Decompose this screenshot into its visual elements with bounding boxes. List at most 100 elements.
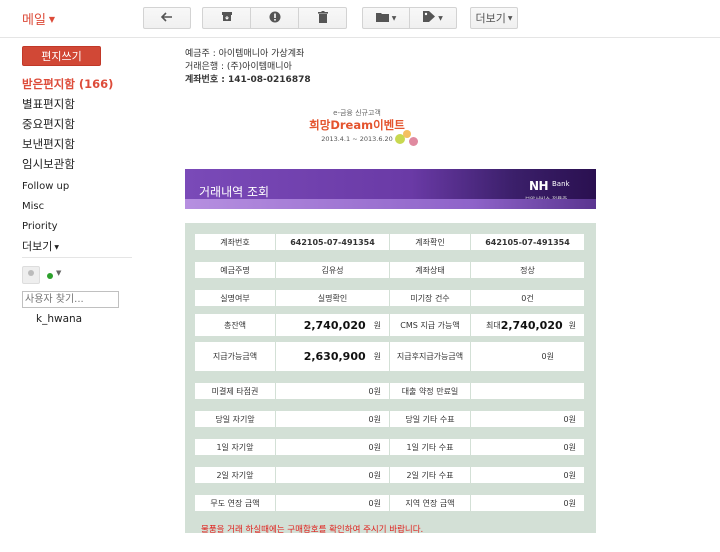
sidebar-item-inbox[interactable]: 받은편지함 (166) bbox=[22, 74, 113, 94]
table-value: 실명확인 bbox=[276, 290, 389, 306]
table-label: 예금주명 bbox=[195, 262, 275, 278]
event-banner[interactable]: e-금융 신규고객 희망Dream이벤트 2013.4.1 ~ 2013.6.2… bbox=[307, 106, 427, 151]
people-search-input[interactable] bbox=[22, 291, 119, 308]
compose-label: 편지쓰기 bbox=[41, 50, 82, 63]
sidebar-item-drafts[interactable]: 임시보관함 bbox=[22, 154, 113, 174]
trash-icon bbox=[317, 10, 328, 26]
top-toolbar: 메일 ▼ ▼ ▼ 더보기 ▼ bbox=[0, 0, 720, 38]
sidebar-item-sent[interactable]: 보낸편지함 bbox=[22, 134, 113, 154]
currency-unit: 원 bbox=[373, 320, 381, 330]
label-list: Follow up Misc Priority 더보기 ▼ bbox=[22, 177, 69, 257]
report-spam-icon bbox=[269, 11, 281, 26]
table-label: 지급후지급가능금액 bbox=[390, 342, 470, 371]
table-value: 0원 bbox=[276, 467, 389, 483]
transaction-table: 계좌번호 642105-07-491354 계좌확인 642105-07-491… bbox=[185, 223, 596, 533]
table-value: 0원 bbox=[471, 467, 584, 483]
currency-unit: 원 bbox=[568, 414, 576, 424]
sidebar-item-important[interactable]: 중요편지함 bbox=[22, 114, 113, 134]
sidebar-more-label: 더보기 bbox=[22, 240, 53, 253]
table-label: 지급가능금액 bbox=[195, 342, 275, 371]
sidebar: 편지쓰기 받은편지함 (166) 별표편지함 중요편지함 보낸편지함 임시보관함… bbox=[0, 38, 140, 552]
account-holder: 예금주 : 아이템매니아 가상계좌 bbox=[185, 49, 305, 59]
table-label: CMS 지급 가능액 bbox=[390, 314, 470, 336]
table-label: 대출 약정 만료일 bbox=[390, 383, 470, 399]
table-label: 1일 자기앞 bbox=[195, 439, 275, 455]
table-value: 0원 bbox=[276, 439, 389, 455]
table-label: 지역 연장 금액 bbox=[390, 495, 470, 511]
table-value: 2,630,900 원 bbox=[276, 342, 389, 371]
sidebar-item-more[interactable]: 더보기 ▼ bbox=[22, 237, 69, 257]
reply-arrow-icon bbox=[160, 11, 173, 25]
report-spam-button[interactable] bbox=[250, 7, 299, 29]
currency-unit: 원 bbox=[373, 498, 381, 508]
chevron-down-icon[interactable]: ▼ bbox=[56, 269, 61, 277]
sidebar-item-starred[interactable]: 별표편지함 bbox=[22, 94, 113, 114]
contact-item[interactable]: k_hwana bbox=[36, 313, 82, 325]
table-value: 최대 2,740,020 원 bbox=[471, 314, 584, 336]
table-value: 정상 bbox=[471, 262, 584, 278]
account-number: 계좌번호 : 141-08-0216878 bbox=[185, 75, 311, 85]
warning-notice: 물품을 거래 하실때에는 구매함호를 확인하여 주시기 바랍니다. bbox=[201, 525, 424, 535]
max-prefix: 최대 bbox=[485, 320, 501, 330]
currency-unit: 원 bbox=[568, 442, 576, 452]
chevron-down-icon: ▼ bbox=[54, 244, 59, 251]
nh-logo: NH bbox=[529, 179, 549, 193]
table-value: 642105-07-491354 bbox=[471, 234, 584, 250]
chevron-down-icon: ▼ bbox=[507, 14, 513, 22]
organize-group: ▼ ▼ bbox=[362, 7, 457, 29]
brand-label: 메일 bbox=[22, 13, 46, 28]
table-label: 계좌상태 bbox=[390, 262, 470, 278]
table-label: 미결제 타점권 bbox=[195, 383, 275, 399]
message-body: 예금주 : 아이템매니아 가상계좌 거래은행 : (주)아이템매니아 계좌번호 … bbox=[140, 38, 720, 552]
table-value: 0건 bbox=[471, 290, 584, 306]
labels-button[interactable]: ▼ bbox=[409, 7, 457, 29]
delete-button[interactable] bbox=[298, 7, 347, 29]
currency-unit: 원 bbox=[546, 352, 554, 361]
sidebar-item-misc[interactable]: Misc bbox=[22, 197, 69, 217]
table-value: 0원 bbox=[471, 411, 584, 427]
currency-unit: 원 bbox=[373, 442, 381, 452]
tag-icon bbox=[423, 11, 436, 25]
table-label: 당일 자기앞 bbox=[195, 411, 275, 427]
chevron-down-icon: ▼ bbox=[48, 15, 56, 24]
header-strip bbox=[185, 199, 596, 209]
mail-menu[interactable]: 메일 ▼ bbox=[22, 9, 55, 28]
online-status-icon[interactable] bbox=[47, 273, 53, 279]
compose-button[interactable]: 편지쓰기 bbox=[22, 46, 101, 66]
action-group bbox=[202, 7, 347, 29]
table-value: 0원 bbox=[471, 495, 584, 511]
currency-unit: 원 bbox=[568, 320, 576, 330]
banner-line-3: 2013.4.1 ~ 2013.6.20 bbox=[321, 135, 393, 143]
move-to-button[interactable]: ▼ bbox=[362, 7, 410, 29]
table-label: 계좌확인 bbox=[390, 234, 470, 250]
archive-icon bbox=[221, 11, 233, 25]
back-button[interactable] bbox=[143, 7, 191, 29]
account-bank: 거래은행 : (주)아이템매니아 bbox=[185, 62, 292, 72]
total-balance-value: 2,740,020 bbox=[303, 318, 366, 332]
currency-unit: 원 bbox=[568, 498, 576, 508]
folder-icon bbox=[375, 12, 389, 25]
table-label: 2일 기타 수표 bbox=[390, 467, 470, 483]
chevron-down-icon: ▼ bbox=[391, 14, 397, 22]
currency-unit: 원 bbox=[568, 470, 576, 480]
avatar[interactable] bbox=[22, 266, 40, 284]
more-button[interactable]: 더보기 ▼ bbox=[470, 7, 518, 29]
table-label: 미기장 건수 bbox=[390, 290, 470, 306]
table-value: 0원 bbox=[276, 411, 389, 427]
currency-unit: 원 bbox=[373, 386, 381, 396]
table-label: 2일 자기앞 bbox=[195, 467, 275, 483]
sidebar-item-follow-up[interactable]: Follow up bbox=[22, 177, 69, 197]
table-label: 무도 연장 금액 bbox=[195, 495, 275, 511]
banner-line-2: 희망Dream이벤트 bbox=[309, 118, 405, 132]
currency-unit: 원 bbox=[373, 352, 381, 361]
table-value bbox=[471, 383, 584, 399]
table-label: 계좌번호 bbox=[195, 234, 275, 250]
withdrawable-value: 2,630,900 bbox=[303, 350, 366, 363]
table-value: 2,740,020 원 bbox=[276, 314, 389, 336]
flower-decoration-icon bbox=[409, 137, 418, 146]
flower-decoration-icon bbox=[403, 130, 411, 138]
sidebar-item-priority[interactable]: Priority bbox=[22, 217, 69, 237]
archive-button[interactable] bbox=[202, 7, 251, 29]
table-value: 642105-07-491354 bbox=[276, 234, 389, 250]
table-value: 0원 bbox=[471, 342, 584, 371]
